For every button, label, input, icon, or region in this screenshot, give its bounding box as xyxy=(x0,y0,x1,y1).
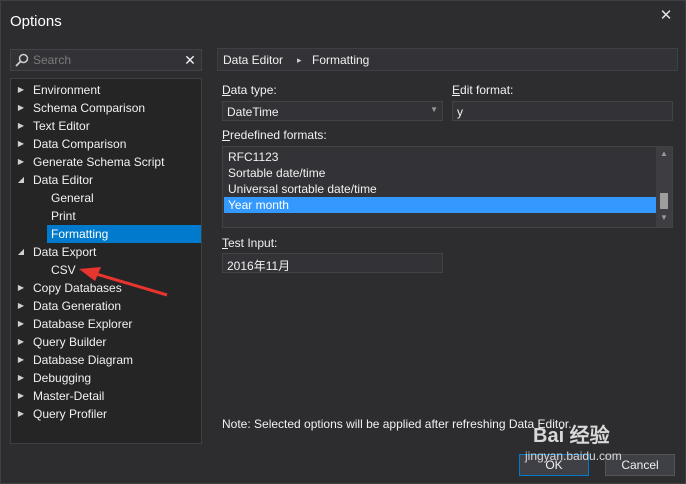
data-type-label: Data type: xyxy=(222,83,277,97)
tree-item-master-detail[interactable]: ▶ Master-Detail xyxy=(15,387,199,405)
search-box: ✕ xyxy=(10,49,202,71)
expand-arrow-icon[interactable]: ▶ xyxy=(15,279,27,297)
tree-item-label: Data Comparison xyxy=(33,137,127,151)
tree-item-label: Query Builder xyxy=(33,335,107,349)
tree-item-print[interactable]: Print xyxy=(47,207,197,225)
title-bar: Options ✕ xyxy=(1,1,685,41)
search-input[interactable] xyxy=(33,51,183,69)
expand-arrow-icon[interactable]: ▶ xyxy=(15,153,27,171)
tree-item-label: Data Editor xyxy=(33,173,94,187)
tree-item-label: Query Profiler xyxy=(33,407,108,421)
expand-arrow-icon[interactable]: ▶ xyxy=(15,387,27,405)
tree-item-debugging[interactable]: ▶ Debugging xyxy=(15,369,199,387)
tree-item-label: Print xyxy=(51,209,76,223)
scroll-thumb[interactable] xyxy=(660,193,668,209)
edit-format-value: y xyxy=(457,105,463,119)
scroll-up-icon[interactable]: ▲ xyxy=(656,149,672,161)
tree-item-data-editor[interactable]: ◢ Data Editor xyxy=(15,171,199,189)
data-type-dropdown[interactable]: DateTime ▼ xyxy=(222,101,443,121)
expand-arrow-icon[interactable]: ▶ xyxy=(15,117,27,135)
tree-item-environment[interactable]: ▶ Environment xyxy=(15,81,199,99)
tree-item-label: Debugging xyxy=(33,371,92,385)
list-item[interactable]: Universal sortable date/time xyxy=(224,181,656,197)
dropdown-arrow-icon: ▼ xyxy=(430,105,438,114)
tree-item-database-diagram[interactable]: ▶ Database Diagram xyxy=(15,351,199,369)
annotation-arrow-icon xyxy=(79,267,168,297)
expand-arrow-icon[interactable]: ▶ xyxy=(15,315,27,333)
tree-item-general[interactable]: General xyxy=(47,189,197,207)
expand-arrow-icon[interactable]: ▶ xyxy=(15,405,27,423)
watermark-url: jingyan.baidu.com xyxy=(525,449,622,463)
expand-arrow-icon[interactable]: ▶ xyxy=(15,351,27,369)
edit-format-label: Edit format: xyxy=(452,83,514,97)
tree-item-label: Database Diagram xyxy=(33,353,134,367)
tree-item-label: Formatting xyxy=(51,227,109,241)
tree-item-data-comparison[interactable]: ▶ Data Comparison xyxy=(15,135,199,153)
breadcrumb: Data Editor ▸ Formatting xyxy=(217,48,678,71)
list-item[interactable]: Year month xyxy=(224,197,656,213)
breadcrumb-item-data-editor: Data Editor xyxy=(223,53,284,67)
list-item[interactable]: Sortable date/time xyxy=(224,165,656,181)
tree-item-label: Text Editor xyxy=(33,119,90,133)
tree-item-database-explorer[interactable]: ▶ Database Explorer xyxy=(15,315,199,333)
data-type-value: DateTime xyxy=(227,105,279,119)
tree-item-generate-schema-script[interactable]: ▶ Generate Schema Script xyxy=(15,153,199,171)
tree-item-label: Schema Comparison xyxy=(33,101,146,115)
breadcrumb-item-formatting: Formatting xyxy=(312,53,370,67)
search-icon xyxy=(15,53,29,67)
breadcrumb-separator-icon: ▸ xyxy=(297,55,302,65)
test-input-label: Test Input: xyxy=(222,236,278,250)
tree-item-query-profiler[interactable]: ▶ Query Profiler xyxy=(15,405,199,423)
scroll-down-icon[interactable]: ▼ xyxy=(656,213,672,225)
close-icon[interactable]: ✕ xyxy=(657,7,675,25)
list-item[interactable]: RFC1123 xyxy=(224,149,656,165)
dialog-title: Options xyxy=(10,13,62,30)
tree-item-label: Database Explorer xyxy=(33,317,133,331)
expand-arrow-icon[interactable]: ▶ xyxy=(15,297,27,315)
collapse-arrow-icon[interactable]: ◢ xyxy=(15,243,27,261)
collapse-arrow-icon[interactable]: ◢ xyxy=(15,171,27,189)
expand-arrow-icon[interactable]: ▶ xyxy=(15,369,27,387)
tree-item-query-builder[interactable]: ▶ Query Builder xyxy=(15,333,199,351)
expand-arrow-icon[interactable]: ▶ xyxy=(15,135,27,153)
tree-item-label: Environment xyxy=(33,83,101,97)
expand-arrow-icon[interactable]: ▶ xyxy=(15,81,27,99)
tree-item-label: General xyxy=(51,191,94,205)
expand-arrow-icon[interactable]: ▶ xyxy=(15,99,27,117)
tree-item-label: Generate Schema Script xyxy=(33,155,165,169)
tree-item-label: Master-Detail xyxy=(33,389,105,403)
tree-item-schema-comparison[interactable]: ▶ Schema Comparison xyxy=(15,99,199,117)
expand-arrow-icon[interactable]: ▶ xyxy=(15,333,27,351)
test-input-field[interactable]: 2016年11月 xyxy=(222,253,443,273)
note-text: Note: Selected options will be applied a… xyxy=(222,417,572,431)
clear-search-icon[interactable]: ✕ xyxy=(183,51,197,69)
watermark-brand: Bai 经验 xyxy=(533,425,610,447)
tree-item-text-editor[interactable]: ▶ Text Editor xyxy=(15,117,199,135)
tree-item-formatting[interactable]: Formatting xyxy=(47,225,201,243)
edit-format-input[interactable]: y xyxy=(452,101,673,121)
predefined-formats-label: Predefined formats: xyxy=(222,128,327,142)
predefined-formats-list[interactable]: Year month Universal sortable date/time So… xyxy=(222,146,673,228)
list-scrollbar[interactable]: ▲ ▼ xyxy=(656,147,672,227)
options-dialog: Options ✕ ✕ ▶ Environment ▶ Schema Comparis… xyxy=(0,0,686,484)
test-input-value: 2016年11月 xyxy=(227,259,291,273)
